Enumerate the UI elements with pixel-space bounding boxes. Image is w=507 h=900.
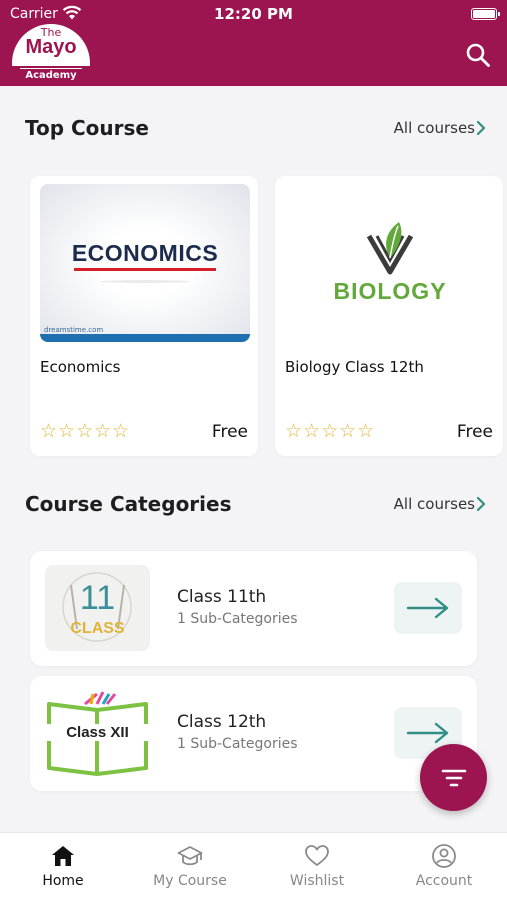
status-time: 12:20 PM <box>214 5 293 23</box>
course-card-biology[interactable]: BIOLOGY Biology Class 12th ☆☆☆☆☆ Free <box>275 176 503 456</box>
battery-icon <box>471 8 500 20</box>
nav-label: My Course <box>153 873 227 889</box>
thumbnail-title: BIOLOGY <box>333 278 447 304</box>
nav-label: Wishlist <box>289 873 345 889</box>
category-card-class-11[interactable]: 11 CLASS Class 11th 1 Sub-Categories <box>30 551 477 666</box>
filter-fab-button[interactable] <box>420 744 487 811</box>
rating-stars: ☆☆☆☆☆ <box>40 420 131 442</box>
thumbnail-underline <box>74 268 216 271</box>
account-icon <box>432 844 456 868</box>
category-image: 11 CLASS <box>45 565 150 651</box>
arrow-right-icon <box>406 597 449 619</box>
thumbnail-shadow <box>100 280 190 283</box>
top-course-title: Top Course <box>25 116 149 140</box>
category-name: Class 11th <box>177 587 267 607</box>
category-image-number: 11 <box>79 579 116 617</box>
chevron-right-icon[interactable] <box>475 496 487 512</box>
category-subcount: 1 Sub-Categories <box>177 736 298 752</box>
heart-icon <box>305 845 329 866</box>
thumbnail-credit: dreamstime.com <box>44 326 104 334</box>
app-header: Carrier 12:20 PM The Mayo Academy <box>0 0 507 86</box>
nav-my-course[interactable]: My Course <box>127 833 253 900</box>
course-price: Free <box>456 422 493 442</box>
thumbnail-footer-bar <box>40 334 250 342</box>
logo-academy: Academy <box>20 68 82 81</box>
arrow-right-icon <box>406 722 449 744</box>
mayo-academy-logo[interactable]: The Mayo Academy <box>12 24 90 82</box>
course-name: Biology Class 12th <box>285 358 424 376</box>
category-name: Class 12th <box>177 712 267 732</box>
search-icon[interactable] <box>465 42 491 68</box>
graduation-cap-icon <box>177 846 203 866</box>
category-image-label: Class XII <box>45 724 150 741</box>
nav-account[interactable]: Account <box>381 833 507 900</box>
course-price: Free <box>211 422 248 442</box>
thumbnail-title: ECONOMICS <box>71 240 219 266</box>
category-image: Class XII <box>45 690 150 776</box>
course-card-economics[interactable]: ECONOMICS dreamstime.com Economics ☆☆☆☆☆… <box>30 176 258 456</box>
filter-icon <box>441 769 467 787</box>
course-categories-title: Course Categories <box>25 492 232 516</box>
nav-home[interactable]: Home <box>0 833 126 900</box>
nav-wishlist[interactable]: Wishlist <box>254 833 380 900</box>
open-category-button[interactable] <box>394 582 462 634</box>
nav-label: Account <box>415 873 473 889</box>
course-thumbnail: BIOLOGY <box>285 184 495 342</box>
rating-stars: ☆☆☆☆☆ <box>285 420 376 442</box>
course-name: Economics <box>40 358 121 376</box>
biology-logo-icon <box>366 222 414 275</box>
course-thumbnail: ECONOMICS dreamstime.com <box>40 184 250 342</box>
chevron-right-icon[interactable] <box>475 120 487 136</box>
category-image-caption: CLASS <box>70 620 125 637</box>
categories-all-courses-link[interactable]: All courses <box>394 495 475 513</box>
logo-mayo: Mayo <box>25 36 77 58</box>
category-subcount: 1 Sub-Categories <box>177 611 298 627</box>
category-card-class-12[interactable]: Class XII Class 12th 1 Sub-Categories <box>30 676 477 791</box>
nav-label: Home <box>42 873 84 889</box>
top-course-all-courses-link[interactable]: All courses <box>394 119 475 137</box>
home-icon <box>52 846 74 866</box>
bottom-navigation: Home My Course Wishlist Account <box>0 832 507 900</box>
